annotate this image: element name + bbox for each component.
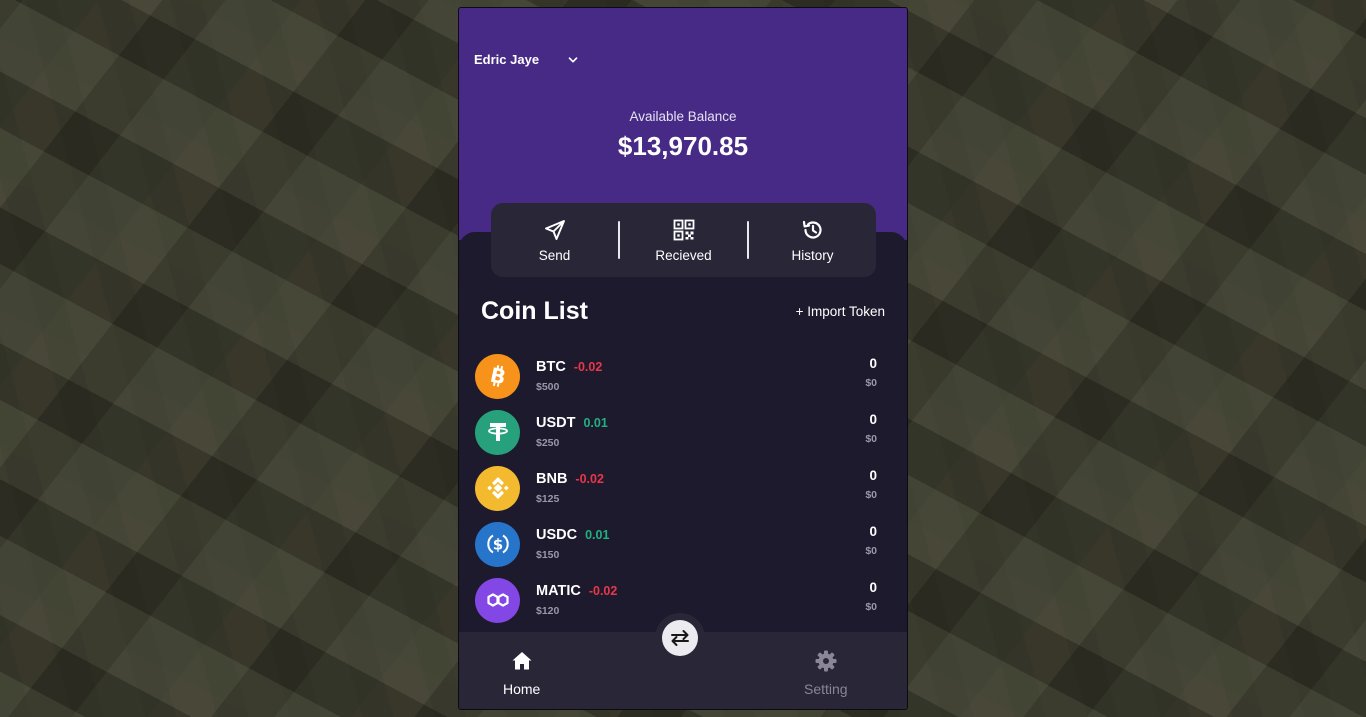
coin-list: B BTC -0.02 $500 0 $0 USDT 0.01 $250 0 $… (475, 348, 885, 628)
coin-change: 0.01 (585, 528, 610, 542)
coin-value: $0 (865, 377, 877, 389)
coin-change: -0.02 (573, 360, 603, 374)
send-button[interactable]: Send (491, 218, 618, 263)
action-bar: Send Recieved History (491, 203, 876, 277)
polygon-icon (475, 577, 520, 623)
send-icon (544, 219, 565, 240)
coin-price: $125 (536, 493, 560, 505)
bnb-icon (475, 465, 520, 511)
bitcoin-icon: B (475, 353, 520, 399)
coin-value: $0 (865, 489, 877, 501)
coin-row-usdt[interactable]: USDT 0.01 $250 0 $0 (475, 404, 885, 460)
tether-icon (475, 409, 520, 455)
tab-setting-label: Setting (804, 681, 848, 697)
coin-symbol: BTC (536, 359, 566, 375)
coin-row-btc[interactable]: B BTC -0.02 $500 0 $0 (475, 348, 885, 404)
coin-symbol: MATIC (536, 583, 581, 599)
usdc-icon: $ (475, 521, 520, 567)
coin-price: $150 (536, 549, 560, 561)
coin-amount: 0 (869, 580, 877, 595)
coin-symbol: USDT (536, 415, 576, 431)
wallet-app: Edric Jaye Available Balance $13,970.85 … (458, 7, 908, 710)
balance-label: Available Balance (629, 109, 737, 124)
tab-setting[interactable]: Setting (804, 649, 848, 697)
coin-value: $0 (865, 545, 877, 557)
coin-change: -0.02 (588, 584, 618, 598)
coin-change: -0.02 (575, 472, 604, 486)
coin-symbol: BNB (536, 471, 568, 487)
chevron-down-icon (568, 56, 578, 63)
home-icon (512, 652, 532, 670)
coin-amount: 0 (869, 468, 877, 483)
coin-symbol: USDC (536, 527, 578, 543)
coin-value: $0 (865, 433, 877, 445)
coin-amount: 0 (869, 356, 877, 371)
account-name: Edric Jaye (474, 52, 540, 67)
coin-change: 0.01 (583, 416, 608, 430)
coin-row-usdc[interactable]: $ USDC 0.01 $150 0 $0 (475, 516, 885, 572)
history-label: History (791, 247, 834, 263)
swap-arrows-icon (671, 630, 689, 646)
tab-home-label: Home (503, 681, 541, 697)
balance-value: $13,970.85 (617, 131, 749, 161)
svg-text:$: $ (492, 536, 502, 554)
coin-price: $120 (536, 605, 560, 617)
history-icon (802, 220, 822, 239)
coin-value: $0 (865, 601, 877, 613)
swap-button[interactable] (662, 620, 698, 656)
qr-code-icon (673, 219, 694, 240)
coin-price: $500 (536, 381, 560, 393)
history-button[interactable]: History (749, 218, 876, 263)
account-selector[interactable]: Edric Jaye (474, 52, 579, 67)
import-token-button[interactable]: + Import Token (796, 304, 885, 319)
coin-amount: 0 (869, 524, 877, 539)
coin-row-bnb[interactable]: BNB -0.02 $125 0 $0 (475, 460, 885, 516)
tab-home[interactable]: Home (503, 649, 540, 697)
coin-amount: 0 (869, 412, 877, 427)
send-label: Send (538, 247, 571, 263)
coin-list-title: Coin List (481, 297, 588, 325)
receive-button[interactable]: Recieved (620, 218, 747, 263)
gear-icon (815, 650, 837, 672)
receive-label: Recieved (655, 247, 712, 263)
coin-price: $250 (536, 437, 560, 449)
